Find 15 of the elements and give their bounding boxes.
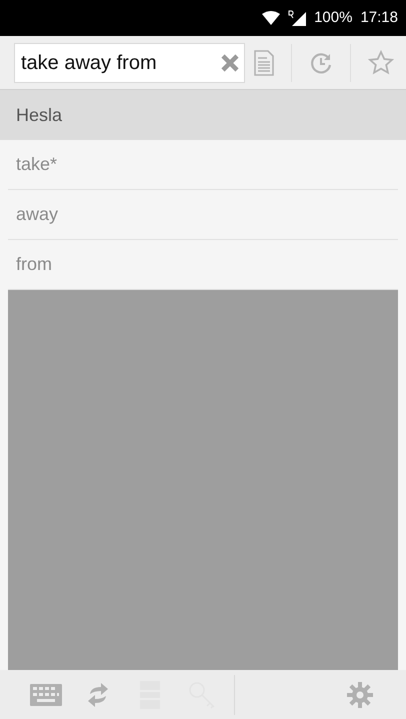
wifi-icon: [262, 11, 280, 25]
sync-icon[interactable]: [87, 680, 109, 708]
star-icon[interactable]: [368, 50, 394, 76]
clock-text: 17:18: [360, 8, 398, 28]
search-field[interactable]: take away from: [14, 42, 245, 82]
history-icon[interactable]: [308, 50, 332, 74]
signal-icon: [288, 10, 306, 26]
clear-icon[interactable]: [220, 52, 240, 72]
document-icon[interactable]: [254, 50, 274, 76]
list-item[interactable]: away: [8, 190, 398, 240]
keyboard-icon[interactable]: [30, 684, 62, 706]
list-header: Hesla: [0, 90, 406, 140]
list-item[interactable]: take*: [8, 140, 398, 190]
battery-text: 100%: [314, 8, 352, 28]
search-text: take away from: [21, 50, 158, 76]
